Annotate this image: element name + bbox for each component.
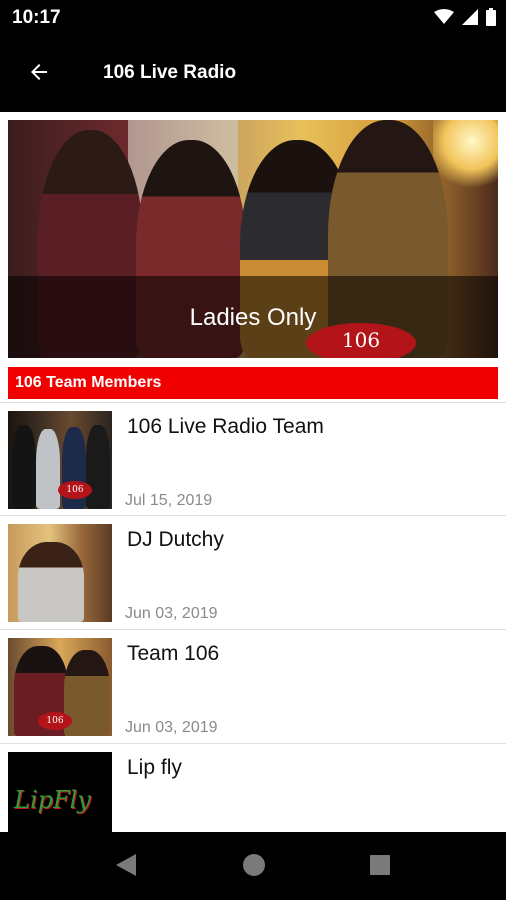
wifi-icon [434,9,454,30]
back-triangle-icon [114,854,138,882]
thumb-person [86,425,110,509]
thumb-logo: LipFly [14,786,91,814]
item-thumbnail: 106 [8,411,112,509]
nav-recents-button[interactable] [368,852,392,883]
arrow-back-icon [27,60,51,89]
content-area: 106 Ladies Only 106 Team Members 106 106… [0,112,506,832]
item-date: Jun 03, 2019 [125,719,218,736]
section-header: 106 Team Members [8,367,498,399]
item-thumbnail: 106 [8,638,112,736]
thumb-logo: 106 [38,712,72,730]
thumb-person [18,542,84,622]
cellular-signal-icon [462,9,478,30]
thumb-person [12,425,36,509]
item-title: Lip fly [127,756,182,779]
item-title: Team 106 [127,642,220,665]
item-thumbnail [8,524,112,622]
list-item[interactable]: LipFly Lip fly [0,744,506,832]
banner-light [433,120,498,190]
battery-icon [486,8,496,31]
item-date: Jul 15, 2019 [125,492,213,509]
nav-home-button[interactable] [242,852,266,883]
app-bar: 106 Live Radio [0,36,506,112]
banner-caption: Ladies Only [189,304,317,331]
item-title: DJ Dutchy [127,528,224,551]
recents-square-icon [368,855,392,882]
item-date: Jun 03, 2019 [125,605,218,622]
item-thumbnail: LipFly [8,752,112,832]
featured-banner[interactable]: 106 Ladies Only [8,120,498,358]
status-time: 10:17 [12,7,61,28]
list-item[interactable]: 106 Team 106 Jun 03, 2019 [0,630,506,744]
item-title: 106 Live Radio Team [127,415,324,438]
app-title: 106 Live Radio [103,62,237,83]
list-item[interactable]: DJ Dutchy Jun 03, 2019 [0,516,506,630]
list-item[interactable]: 106 106 Live Radio Team Jul 15, 2019 [0,402,506,516]
status-icons [434,8,496,31]
thumb-logo: 106 [58,481,92,499]
back-button[interactable] [18,54,60,94]
members-list: 106 106 Live Radio Team Jul 15, 2019 DJ … [0,402,506,832]
nav-back-button[interactable] [114,852,138,883]
thumb-person [36,429,60,509]
system-nav-bar [0,832,506,900]
status-bar: 10:17 [0,0,506,36]
home-circle-icon [242,854,266,882]
